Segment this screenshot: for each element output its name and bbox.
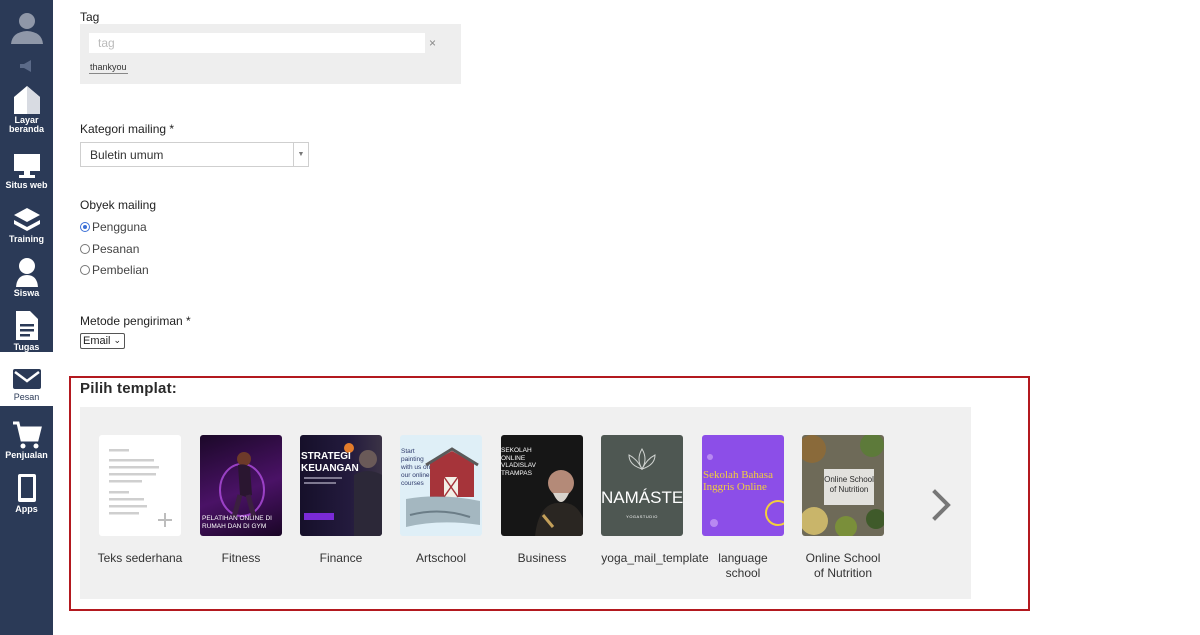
thumb-caption: STRATEGI KEUANGAN [301, 451, 359, 474]
radio-option-pengguna[interactable]: Pengguna [80, 220, 147, 234]
phone-icon [17, 474, 36, 502]
megaphone-icon [19, 60, 31, 72]
user-avatar-icon [10, 12, 43, 44]
user-icon [15, 258, 38, 287]
radio-button[interactable] [80, 244, 90, 254]
announcement-button[interactable] [0, 56, 53, 76]
radio-option-pesanan[interactable]: Pesanan [80, 242, 139, 256]
sidebar-item-messages[interactable]: Pesan [0, 352, 53, 406]
thumb-caption: NAMÁSTE [601, 488, 683, 507]
sidebar-item-students[interactable]: Siswa [0, 248, 53, 302]
tag-clear-button[interactable]: × [429, 36, 436, 50]
carousel-next-button[interactable] [928, 488, 956, 522]
sidebar-item-label: Layar beranda [8, 115, 44, 134]
sidebar-item-label: Situs web [5, 180, 48, 190]
template-name-line: language [718, 551, 768, 565]
layers-icon [13, 208, 40, 231]
document-icon [15, 311, 38, 340]
sidebar-item-label: Penjualan [5, 450, 48, 460]
template-thumb-simple-text[interactable] [99, 435, 181, 536]
template-thumb-artschool[interactable]: Start painting with us on our online cou… [400, 435, 482, 536]
delivery-method-label: Metode pengiriman * [80, 314, 191, 328]
thumb-caption: SEKOLAH ONLINE VLADISLAV TRAMPAS [501, 447, 536, 477]
radio-label: Pesanan [92, 242, 140, 256]
thumb-caption: Online School of Nutrition [824, 475, 874, 494]
sidebar-item-apps[interactable]: Apps [0, 464, 53, 518]
template-name-line: school [725, 566, 761, 580]
mailing-category-select[interactable]: Buletin umum ▼ [80, 142, 309, 167]
mailing-category-value: Buletin umum [90, 148, 164, 162]
thumb-caption: PELATIHAN ONLINE DI RUMAH DAN DI GYM [202, 515, 272, 530]
delivery-method-value: Email [83, 335, 111, 347]
sidebar-item-label: Tugas [13, 342, 40, 352]
template-name: Business [517, 551, 567, 565]
sidebar-item-label: Training [8, 234, 44, 244]
cart-icon [12, 421, 42, 449]
radio-button-checked[interactable] [80, 222, 90, 232]
template-name-line: Online School [805, 551, 881, 565]
radio-label: Pembelian [92, 263, 149, 277]
template-name: Online School of Nutrition [783, 551, 903, 581]
sidebar-item-tasks[interactable]: Tugas [0, 302, 53, 356]
mailing-category-label: Kategori mailing * [80, 122, 175, 136]
template-thumb-finance[interactable]: STRATEGI KEUANGAN [300, 435, 382, 536]
template-section-title: Pilih templat: [80, 380, 177, 397]
text-lines-icon [109, 449, 172, 527]
home-icon [13, 86, 40, 114]
radio-option-pembelian[interactable]: Pembelian [80, 263, 149, 277]
monitor-icon [13, 154, 40, 178]
template-thumb-fitness[interactable]: PELATIHAN ONLINE DI RUMAH DAN DI GYM [200, 435, 282, 536]
sidebar-item-label: Pesan [13, 392, 40, 402]
envelope-icon [12, 369, 41, 389]
chevron-down-icon: ⌄ [113, 335, 121, 345]
sidebar-item-home[interactable]: Layar beranda [0, 84, 53, 138]
template-thumb-nutrition[interactable]: Online School of Nutrition [802, 435, 884, 536]
profile-avatar[interactable] [0, 0, 53, 53]
template-thumb-language-school[interactable]: Sekolah Bahasa Inggris Online [702, 435, 784, 536]
template-thumb-yoga[interactable]: NAMÁSTE YOGASTUDIO [601, 435, 683, 536]
tag-input[interactable] [89, 33, 425, 53]
thumb-caption: Sekolah Bahasa Inggris Online [703, 469, 773, 493]
thumb-caption: Start painting with us on our online cou… [401, 448, 431, 487]
mailing-object-label: Obyek mailing [80, 198, 157, 212]
radio-button[interactable] [80, 265, 90, 275]
dropdown-arrow-icon: ▼ [293, 143, 308, 166]
template-thumb-business[interactable]: SEKOLAH ONLINE VLADISLAV TRAMPAS [501, 435, 583, 536]
radio-label: Pengguna [92, 220, 147, 234]
sidebar-item-website[interactable]: Situs web [0, 140, 53, 194]
sidebar-item-sales[interactable]: Penjualan [0, 410, 53, 464]
delivery-method-select[interactable]: Email ⌄ [80, 333, 125, 349]
sidebar-item-label: Siswa [13, 288, 40, 298]
sidebar: Layar beranda Situs web Training Siswa T… [0, 0, 53, 635]
chevron-right-icon [932, 489, 951, 521]
thumb-subcaption: YOGASTUDIO [626, 514, 658, 519]
sidebar-item-training[interactable]: Training [0, 194, 53, 248]
template-name-line: of Nutrition [813, 566, 873, 580]
lotus-icon [628, 448, 656, 470]
sidebar-item-label: Apps [15, 504, 38, 514]
tag-chip[interactable]: thankyou [89, 62, 128, 74]
tag-label: Tag [80, 10, 100, 24]
